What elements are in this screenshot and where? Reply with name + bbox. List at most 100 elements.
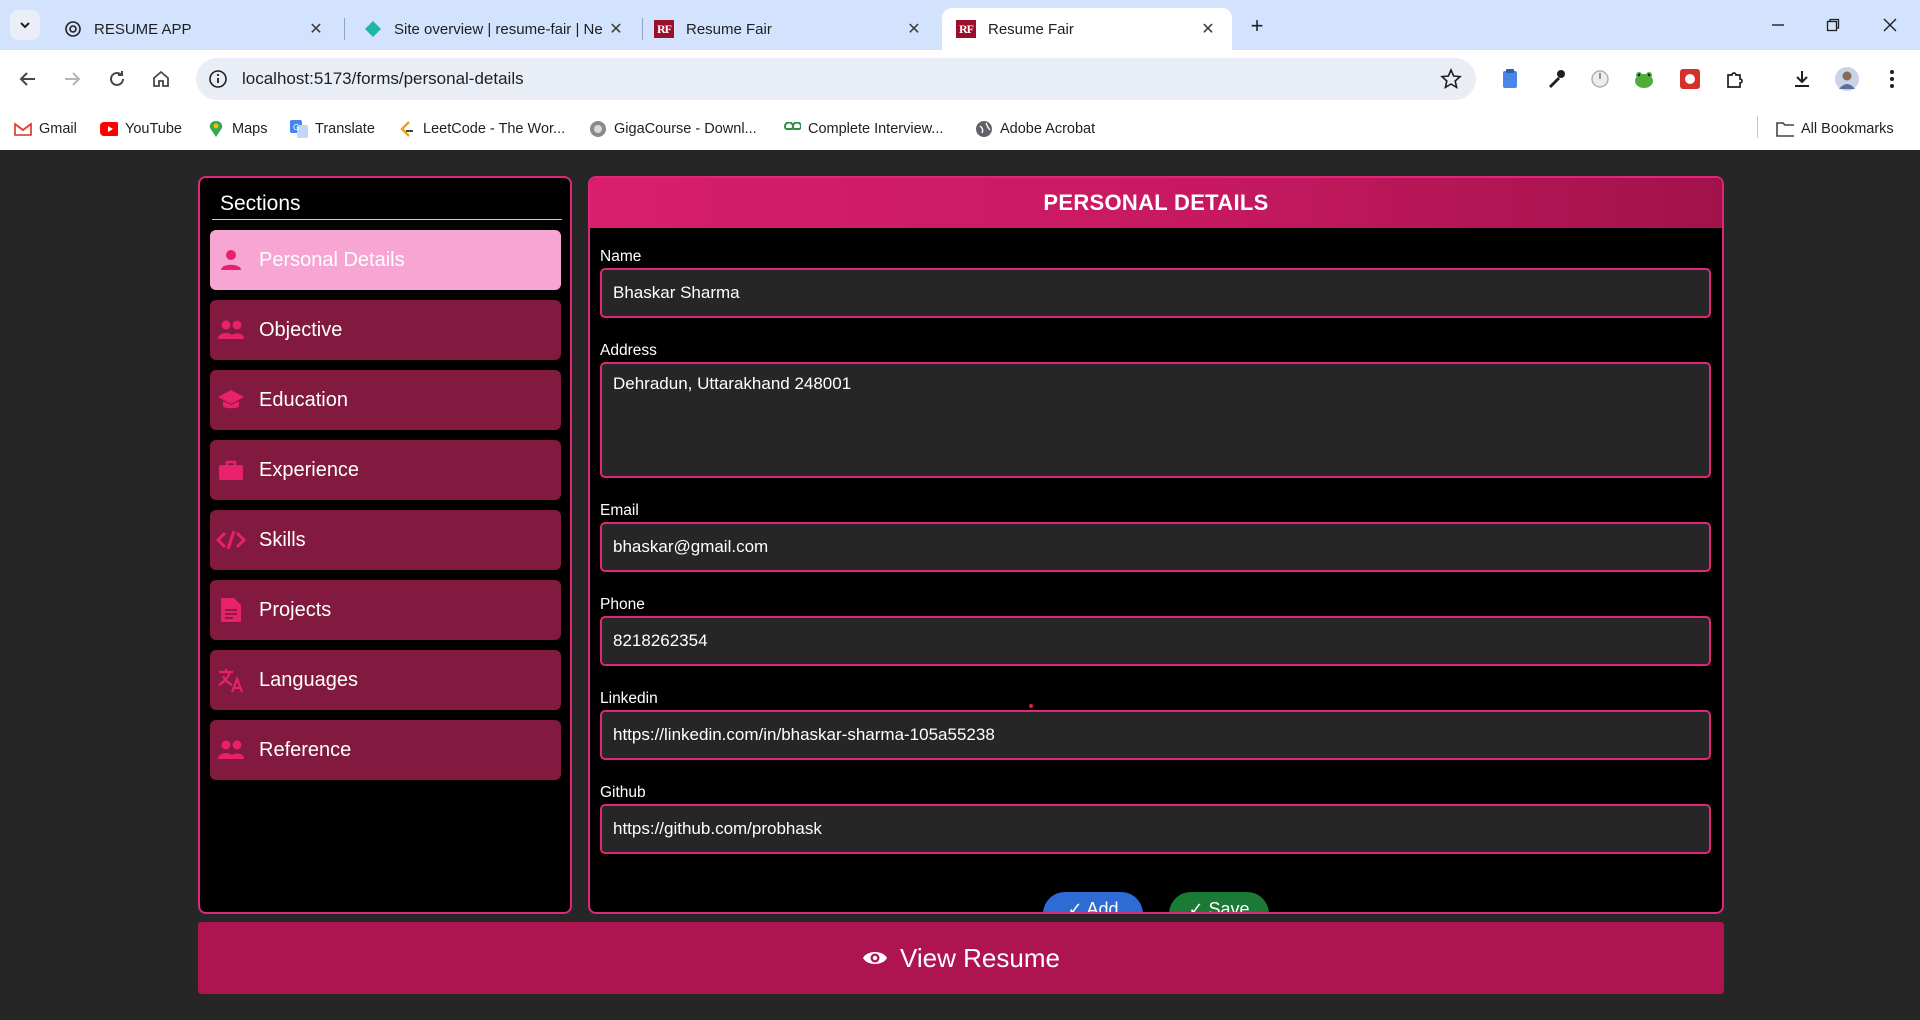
view-resume-label: View Resume bbox=[900, 942, 1060, 973]
site-info-icon[interactable] bbox=[208, 69, 228, 89]
close-icon bbox=[1883, 18, 1897, 32]
arrow-left-icon bbox=[19, 72, 35, 86]
sidebar-item-education[interactable]: Education bbox=[210, 370, 561, 430]
eyedropper-icon bbox=[1549, 70, 1565, 88]
briefcase-icon bbox=[216, 455, 246, 485]
browser-menu-button[interactable] bbox=[1878, 65, 1906, 93]
app-viewport: Sections Personal Details Objective Educ… bbox=[0, 150, 1920, 1020]
minimize-button[interactable] bbox=[1758, 8, 1798, 42]
sidebar-item-personal-details[interactable]: Personal Details bbox=[210, 230, 561, 290]
bookmark-translate[interactable]: G Translate bbox=[290, 117, 375, 141]
close-tab-icon[interactable]: ✕ bbox=[904, 19, 924, 39]
openai-icon bbox=[65, 21, 81, 37]
person-icon bbox=[216, 245, 246, 275]
email-input[interactable]: bhaskar@gmail.com bbox=[600, 522, 1711, 572]
tab-resume-app[interactable]: RESUME APP ✕ bbox=[50, 8, 340, 50]
name-input[interactable]: Bhaskar Sharma bbox=[600, 268, 1711, 318]
bookmark-label: Gmail bbox=[39, 121, 77, 137]
new-tab-button[interactable]: + bbox=[1243, 12, 1271, 40]
extensions-menu-button[interactable] bbox=[1721, 65, 1749, 93]
sidebar-item-label: Skills bbox=[259, 528, 306, 551]
github-input[interactable]: https://github.com/probhask bbox=[600, 804, 1711, 854]
resume-fair-logo-icon: RF bbox=[654, 20, 674, 38]
extension-button[interactable] bbox=[1676, 65, 1704, 93]
bookmark-label: Maps bbox=[232, 121, 268, 137]
tab-resume-fair-active[interactable]: RF Resume Fair ✕ bbox=[942, 8, 1232, 50]
close-tab-icon[interactable]: ✕ bbox=[1198, 19, 1218, 39]
tab-title: Site overview | resume-fair | Ne bbox=[394, 20, 603, 38]
bookmark-gmail[interactable]: Gmail bbox=[14, 117, 77, 141]
puzzle-icon bbox=[1727, 72, 1743, 88]
home-icon bbox=[153, 70, 169, 87]
reload-button[interactable] bbox=[101, 63, 133, 95]
sidebar-item-label: Projects bbox=[259, 598, 332, 621]
bookmarks-divider bbox=[1757, 116, 1758, 138]
bookmark-label: Adobe Acrobat bbox=[1000, 121, 1096, 137]
extension-button[interactable] bbox=[1586, 65, 1614, 93]
sidebar-item-label: Objective bbox=[259, 318, 343, 341]
tab-divider bbox=[344, 18, 345, 40]
sidebar-item-experience[interactable]: Experience bbox=[210, 440, 561, 500]
cursor-dot bbox=[1029, 704, 1033, 708]
downloads-button[interactable] bbox=[1788, 65, 1816, 93]
bookmark-label: Complete Interview... bbox=[808, 121, 944, 137]
tab-site-overview[interactable]: Site overview | resume-fair | Ne ✕ bbox=[350, 8, 640, 50]
address-bar[interactable]: localhost:5173/forms/personal-details bbox=[196, 58, 1476, 100]
view-resume-button[interactable]: View Resume bbox=[198, 922, 1724, 994]
close-tab-icon[interactable]: ✕ bbox=[306, 19, 326, 39]
bookmark-complete-interview[interactable]: Complete Interview... bbox=[783, 117, 943, 141]
maps-icon bbox=[207, 120, 225, 138]
close-tab-icon[interactable]: ✕ bbox=[606, 19, 626, 39]
timer-extension-icon bbox=[1591, 70, 1609, 88]
bookmark-star-icon[interactable] bbox=[1440, 68, 1462, 90]
forward-button[interactable] bbox=[56, 63, 88, 95]
bookmark-maps[interactable]: Maps bbox=[207, 117, 267, 141]
sidebar-item-reference[interactable]: Reference bbox=[210, 720, 561, 780]
restore-button[interactable] bbox=[1813, 8, 1853, 42]
sidebar-item-projects[interactable]: Projects bbox=[210, 580, 561, 640]
phone-input[interactable]: 8218262354 bbox=[600, 616, 1711, 666]
graduation-cap-icon bbox=[216, 385, 246, 415]
sidebar-item-languages[interactable]: Languages bbox=[210, 650, 561, 710]
tab-resume-fair[interactable]: RF Resume Fair ✕ bbox=[640, 8, 938, 50]
tab-search-button[interactable] bbox=[10, 10, 40, 40]
restore-icon bbox=[1826, 18, 1840, 32]
code-icon bbox=[216, 525, 246, 555]
linkedin-input[interactable]: https://linkedin.com/in/bhaskar-sharma-1… bbox=[600, 710, 1711, 760]
bookmark-label: Translate bbox=[315, 121, 375, 137]
address-textarea[interactable]: Dehradun, Uttarakhand 248001 bbox=[600, 362, 1711, 478]
frog-extension-icon bbox=[1635, 72, 1653, 88]
bookmark-adobe-acrobat[interactable]: Adobe Acrobat bbox=[975, 117, 1095, 141]
address-label: Address bbox=[600, 342, 657, 359]
avatar bbox=[1835, 67, 1859, 91]
add-button[interactable]: ✓ Add bbox=[1043, 892, 1143, 912]
bookmark-youtube[interactable]: YouTube bbox=[100, 117, 182, 141]
bookmark-leetcode[interactable]: LeetCode - The Wor... bbox=[398, 117, 565, 141]
all-bookmarks-button[interactable]: All Bookmarks bbox=[1776, 117, 1894, 141]
back-button[interactable] bbox=[12, 63, 44, 95]
extension-button[interactable] bbox=[1542, 65, 1570, 93]
globe-icon bbox=[975, 120, 993, 138]
personal-details-form: PERSONAL DETAILS Name Bhaskar Sharma Add… bbox=[588, 176, 1724, 914]
form-title: PERSONAL DETAILS bbox=[1043, 190, 1269, 215]
url-text: localhost:5173/forms/personal-details bbox=[242, 69, 524, 88]
arrow-right-icon bbox=[65, 72, 81, 86]
bookmark-gigacourse[interactable]: GigaCourse - Downl... bbox=[589, 117, 757, 141]
bookmark-label: LeetCode - The Wor... bbox=[423, 121, 566, 137]
translate-icon bbox=[216, 665, 246, 695]
geeksforgeeks-icon bbox=[783, 120, 801, 138]
extension-button[interactable] bbox=[1496, 65, 1524, 93]
save-button[interactable]: ✓ Save bbox=[1169, 892, 1269, 912]
folder-icon bbox=[1776, 120, 1794, 138]
sidebar-item-objective[interactable]: Objective bbox=[210, 300, 561, 360]
translate-icon: G bbox=[290, 120, 308, 138]
profile-button[interactable] bbox=[1833, 65, 1861, 93]
close-window-button[interactable] bbox=[1870, 8, 1910, 42]
tab-title: RESUME APP bbox=[94, 20, 192, 38]
sidebar-item-skills[interactable]: Skills bbox=[210, 510, 561, 570]
tab-strip: RESUME APP ✕ Site overview | resume-fair… bbox=[0, 0, 1920, 50]
gigacourse-icon bbox=[589, 120, 607, 138]
extension-button[interactable] bbox=[1630, 65, 1658, 93]
resume-fair-logo-icon: RF bbox=[956, 20, 976, 38]
home-button[interactable] bbox=[145, 63, 177, 95]
